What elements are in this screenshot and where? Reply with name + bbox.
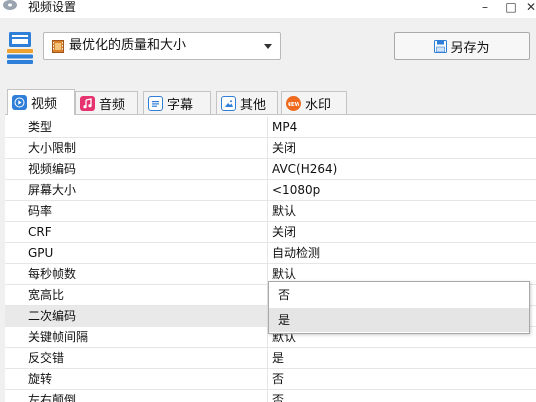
property-value[interactable]: 否 [268,390,536,402]
property-name: 左右颠倒 [5,390,268,402]
property-row[interactable]: 反交错 是 [5,348,536,369]
property-row[interactable]: 类型 MP4 [5,117,536,138]
property-name: 二次编码 [5,306,268,327]
property-name: 每秒帧数 [5,264,268,285]
title-bar: 视频设置 – □ ✕ [0,0,536,18]
property-value[interactable]: 是 [268,348,536,369]
property-value[interactable]: AVC(H264) [268,159,536,180]
property-row[interactable]: 旋转 否 [5,369,536,390]
film-icon [52,40,64,53]
tab-audio[interactable]: 音频 [75,91,138,114]
save-as-label: 另存为 [450,40,490,56]
maximize-button[interactable]: □ [500,0,522,14]
property-value[interactable]: 关闭 [268,138,536,159]
property-name: 屏幕大小 [5,180,268,201]
tab-watermark[interactable]: NEW 水印 [281,91,347,114]
tab-label: 水印 [305,97,332,113]
property-name: CRF [5,222,268,243]
tab-label: 字幕 [167,97,194,113]
save-as-button[interactable]: 另存为 [394,32,530,60]
tab-other[interactable]: 其他 [216,91,278,114]
window-title: 视频设置 [28,0,77,14]
property-value[interactable]: 否 [268,369,536,390]
svg-text:NEW: NEW [288,101,299,106]
property-value[interactable]: MP4 [268,117,536,138]
close-button[interactable]: ✕ [520,0,536,14]
property-name: GPU [5,243,268,264]
tab-subtitles[interactable]: 字幕 [143,91,211,114]
property-row[interactable]: 大小限制 关闭 [5,138,536,159]
property-name: 大小限制 [5,138,268,159]
subtitle-icon [148,95,163,111]
minimize-button[interactable]: – [474,0,496,14]
property-value[interactable]: <1080p [268,180,536,201]
property-name: 反交错 [5,348,268,369]
property-name: 关键帧间隔 [5,327,268,348]
tab-video[interactable]: 视频 [7,89,75,115]
property-row[interactable]: CRF 关闭 [5,222,536,243]
property-row[interactable]: 屏幕大小 <1080p [5,180,536,201]
property-grid: 类型 MP4 大小限制 关闭 视频编码 AVC(H264) 屏幕大小 <1080… [5,114,536,402]
property-name: 类型 [5,117,268,138]
save-icon [434,39,448,53]
music-note-icon [80,95,95,111]
dropdown-option-no[interactable]: 否 [269,283,529,307]
property-value[interactable]: 默认 [268,201,536,222]
tab-label: 音频 [99,97,126,113]
image-icon [221,95,236,111]
tab-label: 其他 [240,97,267,113]
watermark-icon: NEW [286,95,301,111]
preset-stack-icon [7,32,33,64]
chevron-down-icon [264,44,272,49]
preset-select[interactable]: 最优化的质量和大小 [43,32,281,60]
dropdown-list: 否 是 [268,281,530,334]
app-disc-icon [3,0,17,10]
property-name: 旋转 [5,369,268,390]
property-row[interactable]: 视频编码 AVC(H264) [5,159,536,180]
property-row[interactable]: GPU 自动检测 [5,243,536,264]
video-settings-window: 视频设置 – □ ✕ 最优化的质量和大小 另存为 视频 音频 字幕 其他 NEW… [0,0,536,402]
property-name: 码率 [5,201,268,222]
property-value[interactable]: 自动检测 [268,243,536,264]
property-name: 宽高比 [5,285,268,306]
tab-label: 视频 [31,97,58,112]
dropdown-option-yes[interactable]: 是 [269,308,529,332]
video-icon [12,95,27,110]
property-value[interactable]: 关闭 [268,222,536,243]
property-name: 视频编码 [5,159,268,180]
property-row[interactable]: 左右颠倒 否 [5,390,536,402]
preset-value: 最优化的质量和大小 [69,38,187,53]
property-row[interactable]: 码率 默认 [5,201,536,222]
